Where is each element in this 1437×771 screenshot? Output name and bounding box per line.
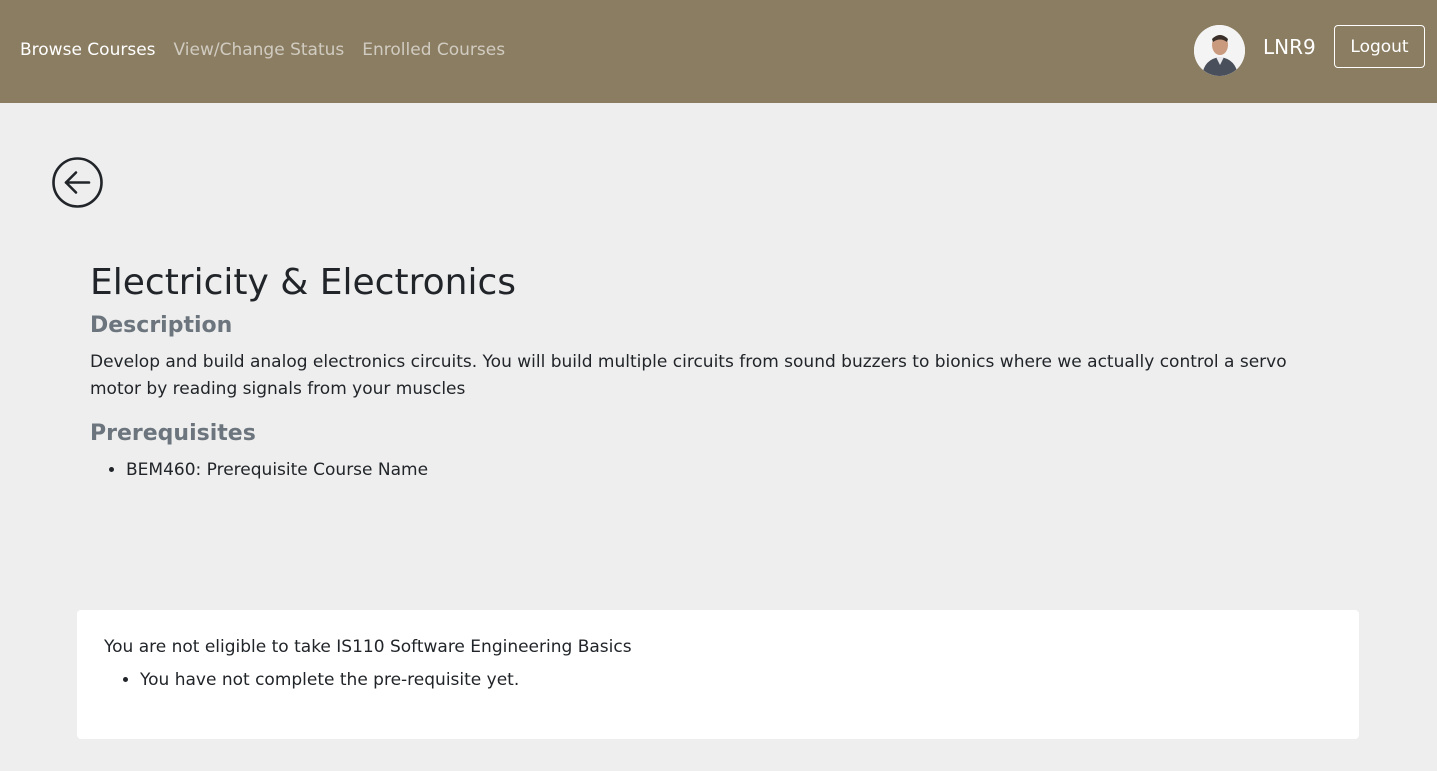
course-title: Electricity & Electronics [90,262,516,303]
description-heading: Description [90,313,233,338]
user-avatar-icon [1194,25,1245,76]
prerequisites-list: BEM460: Prerequisite Course Name [126,457,428,484]
username: LNR9 [1263,35,1316,59]
nav-link-enrolled-courses[interactable]: Enrolled Courses [362,38,505,62]
prerequisites-heading: Prerequisites [90,421,256,446]
nav-links: Browse Courses View/Change Status Enroll… [20,38,523,62]
eligibility-card: You are not eligible to take IS110 Softw… [77,610,1359,739]
eligibility-reasons-list: You have not complete the pre-requisite … [140,667,519,693]
eligibility-reason-item: You have not complete the pre-requisite … [140,667,519,693]
avatar[interactable] [1194,25,1245,76]
nav-link-browse-courses[interactable]: Browse Courses [20,38,156,62]
top-navbar: Browse Courses View/Change Status Enroll… [0,0,1437,103]
prerequisite-item: BEM460: Prerequisite Course Name [126,457,428,484]
logout-button[interactable]: Logout [1334,25,1425,68]
nav-link-view-change-status[interactable]: View/Change Status [174,38,345,62]
arrow-left-circle-icon [52,157,103,208]
course-description: Develop and build analog electronics cir… [90,352,1287,399]
eligibility-message: You are not eligible to take IS110 Softw… [104,637,632,657]
back-button[interactable] [52,157,103,208]
